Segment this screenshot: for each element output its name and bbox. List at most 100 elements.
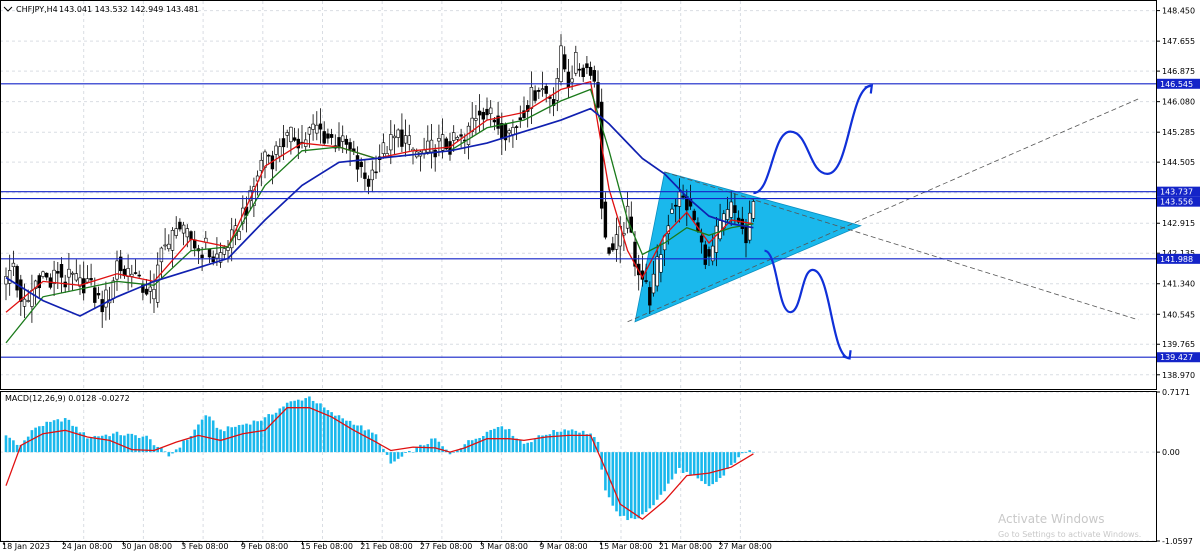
candle-body: [163, 244, 167, 247]
candle-body: [207, 248, 212, 258]
macd-histogram-bar: [567, 430, 570, 453]
candle-body: [326, 133, 330, 139]
macd-histogram-bar: [393, 452, 396, 462]
candle-body: [518, 117, 523, 120]
macd-histogram-bar: [167, 452, 171, 457]
candle-body: [544, 86, 548, 94]
macd-histogram-bar: [367, 429, 370, 453]
time-tick-label: 9 Mar 08:00: [539, 542, 587, 551]
candle-body: [322, 131, 326, 144]
macd-histogram-bar: [711, 452, 714, 485]
macd-histogram-bar: [293, 400, 296, 453]
macd-histogram-bar: [733, 452, 737, 463]
candle-body: [82, 278, 86, 294]
macd-histogram-bar: [570, 429, 574, 453]
macd-histogram-bar: [644, 452, 648, 512]
candle-body: [59, 264, 64, 278]
candle-body: [559, 45, 563, 82]
macd-histogram-bar: [197, 424, 200, 453]
macd-histogram-bar: [726, 452, 729, 470]
macd-histogram-bar: [245, 423, 248, 453]
candle-body: [200, 254, 204, 259]
macd-histogram-bar: [89, 437, 93, 453]
candle-body: [41, 271, 45, 277]
macd-histogram-bar: [15, 444, 19, 453]
candle-body: [403, 135, 408, 144]
macd-histogram-bar: [752, 452, 755, 453]
macd-histogram-bar: [86, 438, 89, 453]
macd-histogram-bar: [34, 427, 37, 453]
candle-body: [485, 108, 489, 116]
candle-body: [159, 247, 164, 263]
macd-histogram-bar: [52, 420, 56, 453]
macd-histogram-bar: [67, 419, 71, 453]
candle-body: [577, 68, 582, 71]
macd-tick-label: 0.7171: [1162, 388, 1190, 397]
candle-body: [396, 129, 400, 138]
price-tick-label: 146.875: [1162, 67, 1195, 76]
time-tick-label: 30 Jan 08:00: [121, 542, 172, 551]
candle-body: [167, 243, 171, 250]
candle-body: [348, 142, 352, 150]
candle-body: [274, 145, 278, 155]
macd-histogram-bar: [256, 421, 259, 453]
macd-histogram-bar: [678, 452, 681, 468]
candle-body: [96, 293, 101, 296]
macd-histogram-bar: [744, 452, 748, 453]
macd-histogram-bar: [348, 420, 352, 453]
candle-body: [111, 280, 116, 299]
macd-histogram-bar: [496, 427, 500, 453]
macd-histogram-bar: [252, 420, 256, 453]
candle-body: [259, 159, 263, 172]
macd-tick-label: -1.0597: [1162, 537, 1193, 546]
candle: [751, 199, 756, 222]
candle-body: [381, 142, 386, 154]
macd-histogram-bar: [285, 402, 289, 453]
macd-histogram-bar: [707, 452, 711, 487]
candle-body: [193, 239, 197, 249]
macd-histogram-bar: [530, 442, 533, 453]
candle-body: [585, 63, 589, 69]
macd-histogram-bar: [226, 426, 230, 453]
macd-label: MACD(12,26,9) 0.0128 -0.0272: [5, 394, 130, 403]
candle-body: [266, 154, 271, 157]
candle-body: [507, 130, 511, 134]
candle-body: [400, 129, 404, 147]
macd-histogram-bar: [519, 440, 522, 453]
candle-body: [285, 132, 289, 136]
macd-histogram-bar: [363, 430, 367, 453]
candle-body: [426, 140, 430, 153]
level-price-label: 146.545: [1160, 80, 1193, 89]
candle-body: [474, 118, 478, 121]
candle-body: [707, 249, 711, 257]
candle-body: [751, 201, 756, 219]
candle-body: [570, 78, 574, 83]
candle-body: [429, 139, 434, 153]
macd-histogram-bar: [230, 427, 233, 453]
candle-body: [433, 149, 437, 158]
macd-histogram-bar: [104, 434, 108, 453]
macd-histogram-bar: [186, 439, 189, 453]
candle-body: [67, 268, 71, 278]
macd-histogram-bar: [729, 452, 733, 466]
candle-body: [137, 274, 141, 277]
time-tick-label: 9 Feb 08:00: [241, 542, 288, 551]
macd-histogram-bar: [422, 445, 426, 453]
price-chart[interactable]: 148.450 147.655 146.875 146.080 145.285 144.5…: [0, 0, 1200, 552]
candle-body: [651, 273, 656, 294]
macd-histogram-bar: [478, 437, 481, 453]
candle-body: [644, 280, 648, 282]
macd-histogram-bar: [419, 444, 422, 453]
macd-histogram-bar: [655, 452, 659, 500]
macd-histogram-bar: [511, 435, 515, 453]
macd-histogram-bar: [237, 425, 241, 453]
macd-histogram-bar: [396, 452, 400, 459]
macd-histogram-bar: [56, 419, 60, 453]
macd-histogram-bar: [718, 452, 722, 478]
candle-body: [492, 119, 497, 123]
candle-body: [714, 225, 719, 253]
macd-histogram-bar: [674, 452, 677, 474]
macd-histogram-bar: [563, 429, 566, 453]
macd-histogram-bar: [493, 428, 496, 453]
macd-histogram-bar: [174, 449, 178, 453]
